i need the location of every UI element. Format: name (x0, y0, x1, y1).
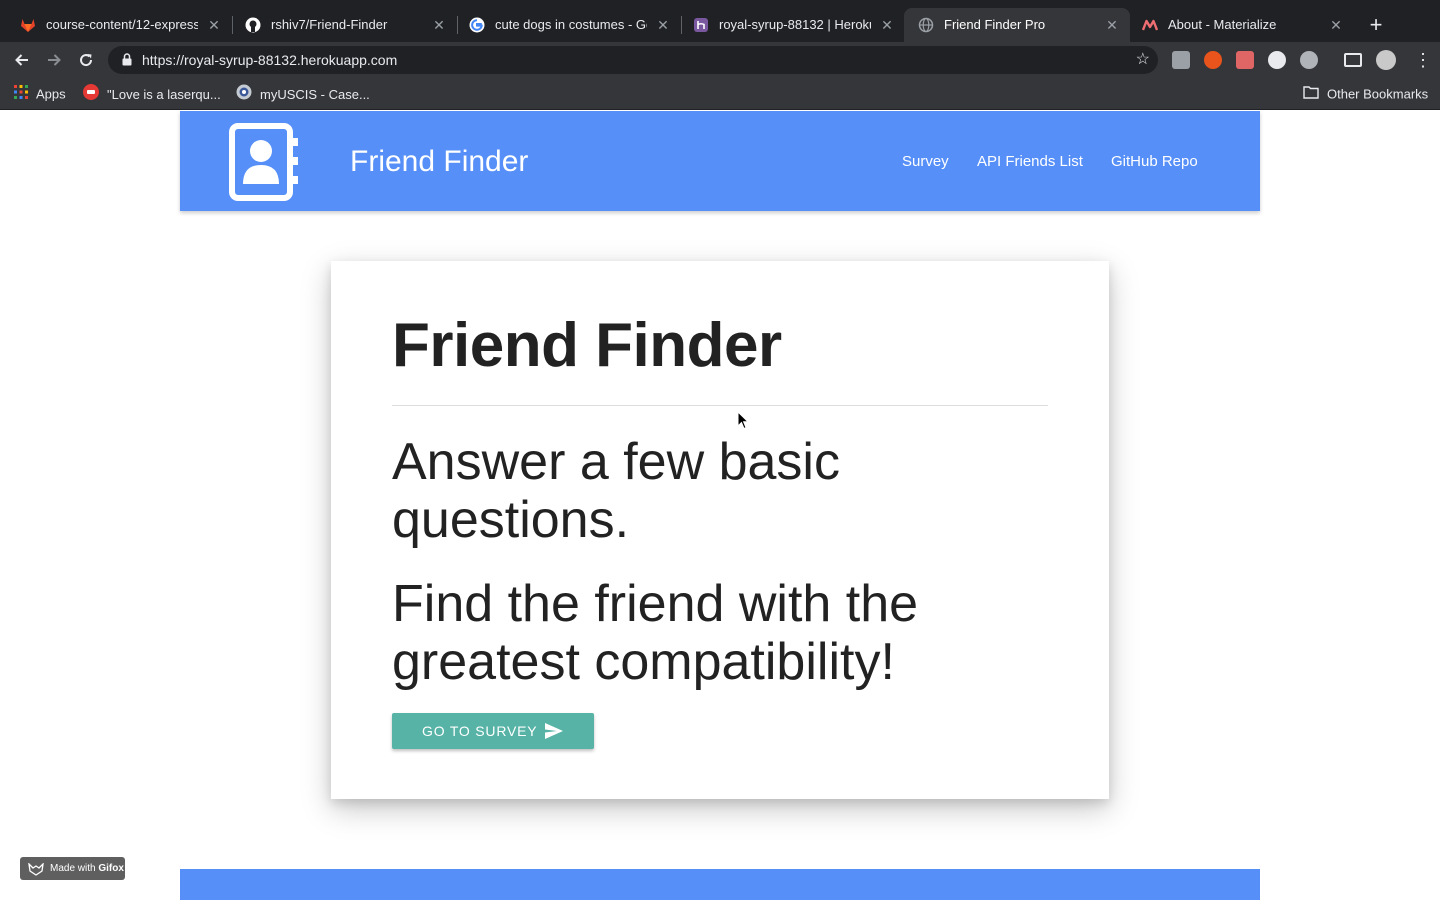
bookmark-label: "Love is a laserqu... (107, 87, 221, 102)
materialize-icon (1142, 17, 1158, 33)
other-bookmarks-label: Other Bookmarks (1327, 86, 1429, 102)
watermark-brand: Gifox (98, 863, 124, 874)
extension-icon[interactable] (1204, 51, 1222, 69)
forward-icon[interactable] (44, 50, 64, 70)
other-bookmarks[interactable]: Other Bookmarks (1303, 84, 1428, 104)
new-tab-button[interactable]: + (1364, 13, 1388, 37)
url-text: https://royal-syrup-88132.herokuapp.com (142, 52, 398, 68)
gifox-logo-icon (28, 862, 44, 885)
tab-title: cute dogs in costumes - Goo (495, 17, 647, 32)
globe-icon (918, 17, 934, 33)
close-tab-icon[interactable]: ✕ (1328, 17, 1344, 33)
tab-title: royal-syrup-88132 | Heroku (719, 17, 871, 32)
browser-tab[interactable]: About - Materialize ✕ (1128, 8, 1354, 42)
browser-toolbar: https://royal-syrup-88132.herokuapp.com … (0, 42, 1440, 78)
tab-title: Friend Finder Pro (944, 17, 1046, 32)
mouse-cursor-icon (737, 410, 750, 435)
button-label: GO TO SURVEY (422, 723, 538, 739)
go-to-survey-button[interactable]: GO TO SURVEY (392, 713, 594, 749)
cast-icon[interactable] (1344, 53, 1362, 67)
extension-icon[interactable] (1172, 51, 1190, 69)
contact-book-icon[interactable] (228, 123, 302, 201)
hero-text-line: Answer a few basic questions. (392, 433, 840, 549)
google-icon (469, 17, 485, 33)
bookmark-label: myUSCIS - Case... (260, 87, 370, 102)
close-tab-icon[interactable]: ✕ (655, 17, 671, 33)
bookmark-label: Apps (36, 86, 66, 102)
reload-icon[interactable] (76, 50, 96, 70)
page-title: Friend Finder (392, 311, 782, 380)
close-tab-icon[interactable]: ✕ (879, 17, 895, 33)
page-viewport: Friend Finder Survey API Friends List Gi… (0, 111, 1440, 900)
tab-title: About - Materialize (1168, 17, 1277, 32)
lock-icon (122, 53, 132, 71)
close-tab-icon[interactable]: ✕ (431, 17, 447, 33)
address-bar[interactable]: https://royal-syrup-88132.herokuapp.com … (108, 46, 1158, 74)
browser-tabstrip: course-content/12-express/ ✕ rshiv7/Frie… (0, 0, 1440, 42)
extension-icon[interactable] (1268, 51, 1286, 69)
browser-menu-icon[interactable]: ⋮ (1414, 50, 1432, 70)
watermark-prefix: Made with (50, 863, 96, 874)
site-navbar: Friend Finder Survey API Friends List Gi… (180, 111, 1260, 211)
gitlab-icon (20, 17, 36, 33)
folder-icon (1303, 85, 1319, 105)
divider (392, 405, 1048, 406)
nav-link-github-repo[interactable]: GitHub Repo (1111, 153, 1198, 171)
heroku-icon (693, 17, 709, 33)
tab-title: course-content/12-express/ (46, 17, 198, 32)
github-icon (245, 17, 261, 33)
browser-tab[interactable]: course-content/12-express/ ✕ (6, 8, 232, 42)
site-brand[interactable]: Friend Finder (350, 145, 528, 179)
hero-card: Friend Finder Answer a few basic questio… (331, 261, 1109, 799)
apps-grid-icon (14, 84, 28, 105)
gifox-watermark: Made with Gifox (20, 857, 125, 880)
site-footer (180, 869, 1260, 900)
browser-tab[interactable]: cute dogs in costumes - Goo ✕ (455, 8, 681, 42)
extension-icon[interactable] (1236, 51, 1254, 69)
tab-title: rshiv7/Friend-Finder (271, 17, 388, 32)
send-icon (544, 722, 564, 745)
browser-tab[interactable]: rshiv7/Friend-Finder ✕ (231, 8, 457, 42)
profile-avatar-icon[interactable] (1376, 50, 1396, 70)
bookmark-item[interactable]: myUSCIS - Case... (236, 84, 370, 104)
close-tab-icon[interactable]: ✕ (206, 17, 222, 33)
bookmark-star-icon[interactable]: ☆ (1136, 50, 1150, 70)
bookmark-item[interactable]: "Love is a laserqu... (83, 84, 221, 104)
hero-text-line: Find the friend with the greatest compat… (392, 575, 919, 691)
bookmark-favicon-icon (83, 84, 99, 106)
extension-icon[interactable] (1300, 51, 1318, 69)
uscis-seal-icon (236, 84, 252, 106)
bookmarks-bar: Apps "Love is a laserqu... myUSCIS - Cas… (0, 78, 1440, 110)
close-tab-icon[interactable]: ✕ (1104, 17, 1120, 33)
nav-link-survey[interactable]: Survey (902, 153, 949, 171)
bookmark-apps[interactable]: Apps (14, 84, 66, 104)
browser-tab[interactable]: royal-syrup-88132 | Heroku ✕ (679, 8, 905, 42)
nav-link-api-friends-list[interactable]: API Friends List (977, 153, 1083, 171)
back-icon[interactable] (12, 50, 32, 70)
browser-tab-active[interactable]: Friend Finder Pro ✕ (904, 8, 1130, 42)
